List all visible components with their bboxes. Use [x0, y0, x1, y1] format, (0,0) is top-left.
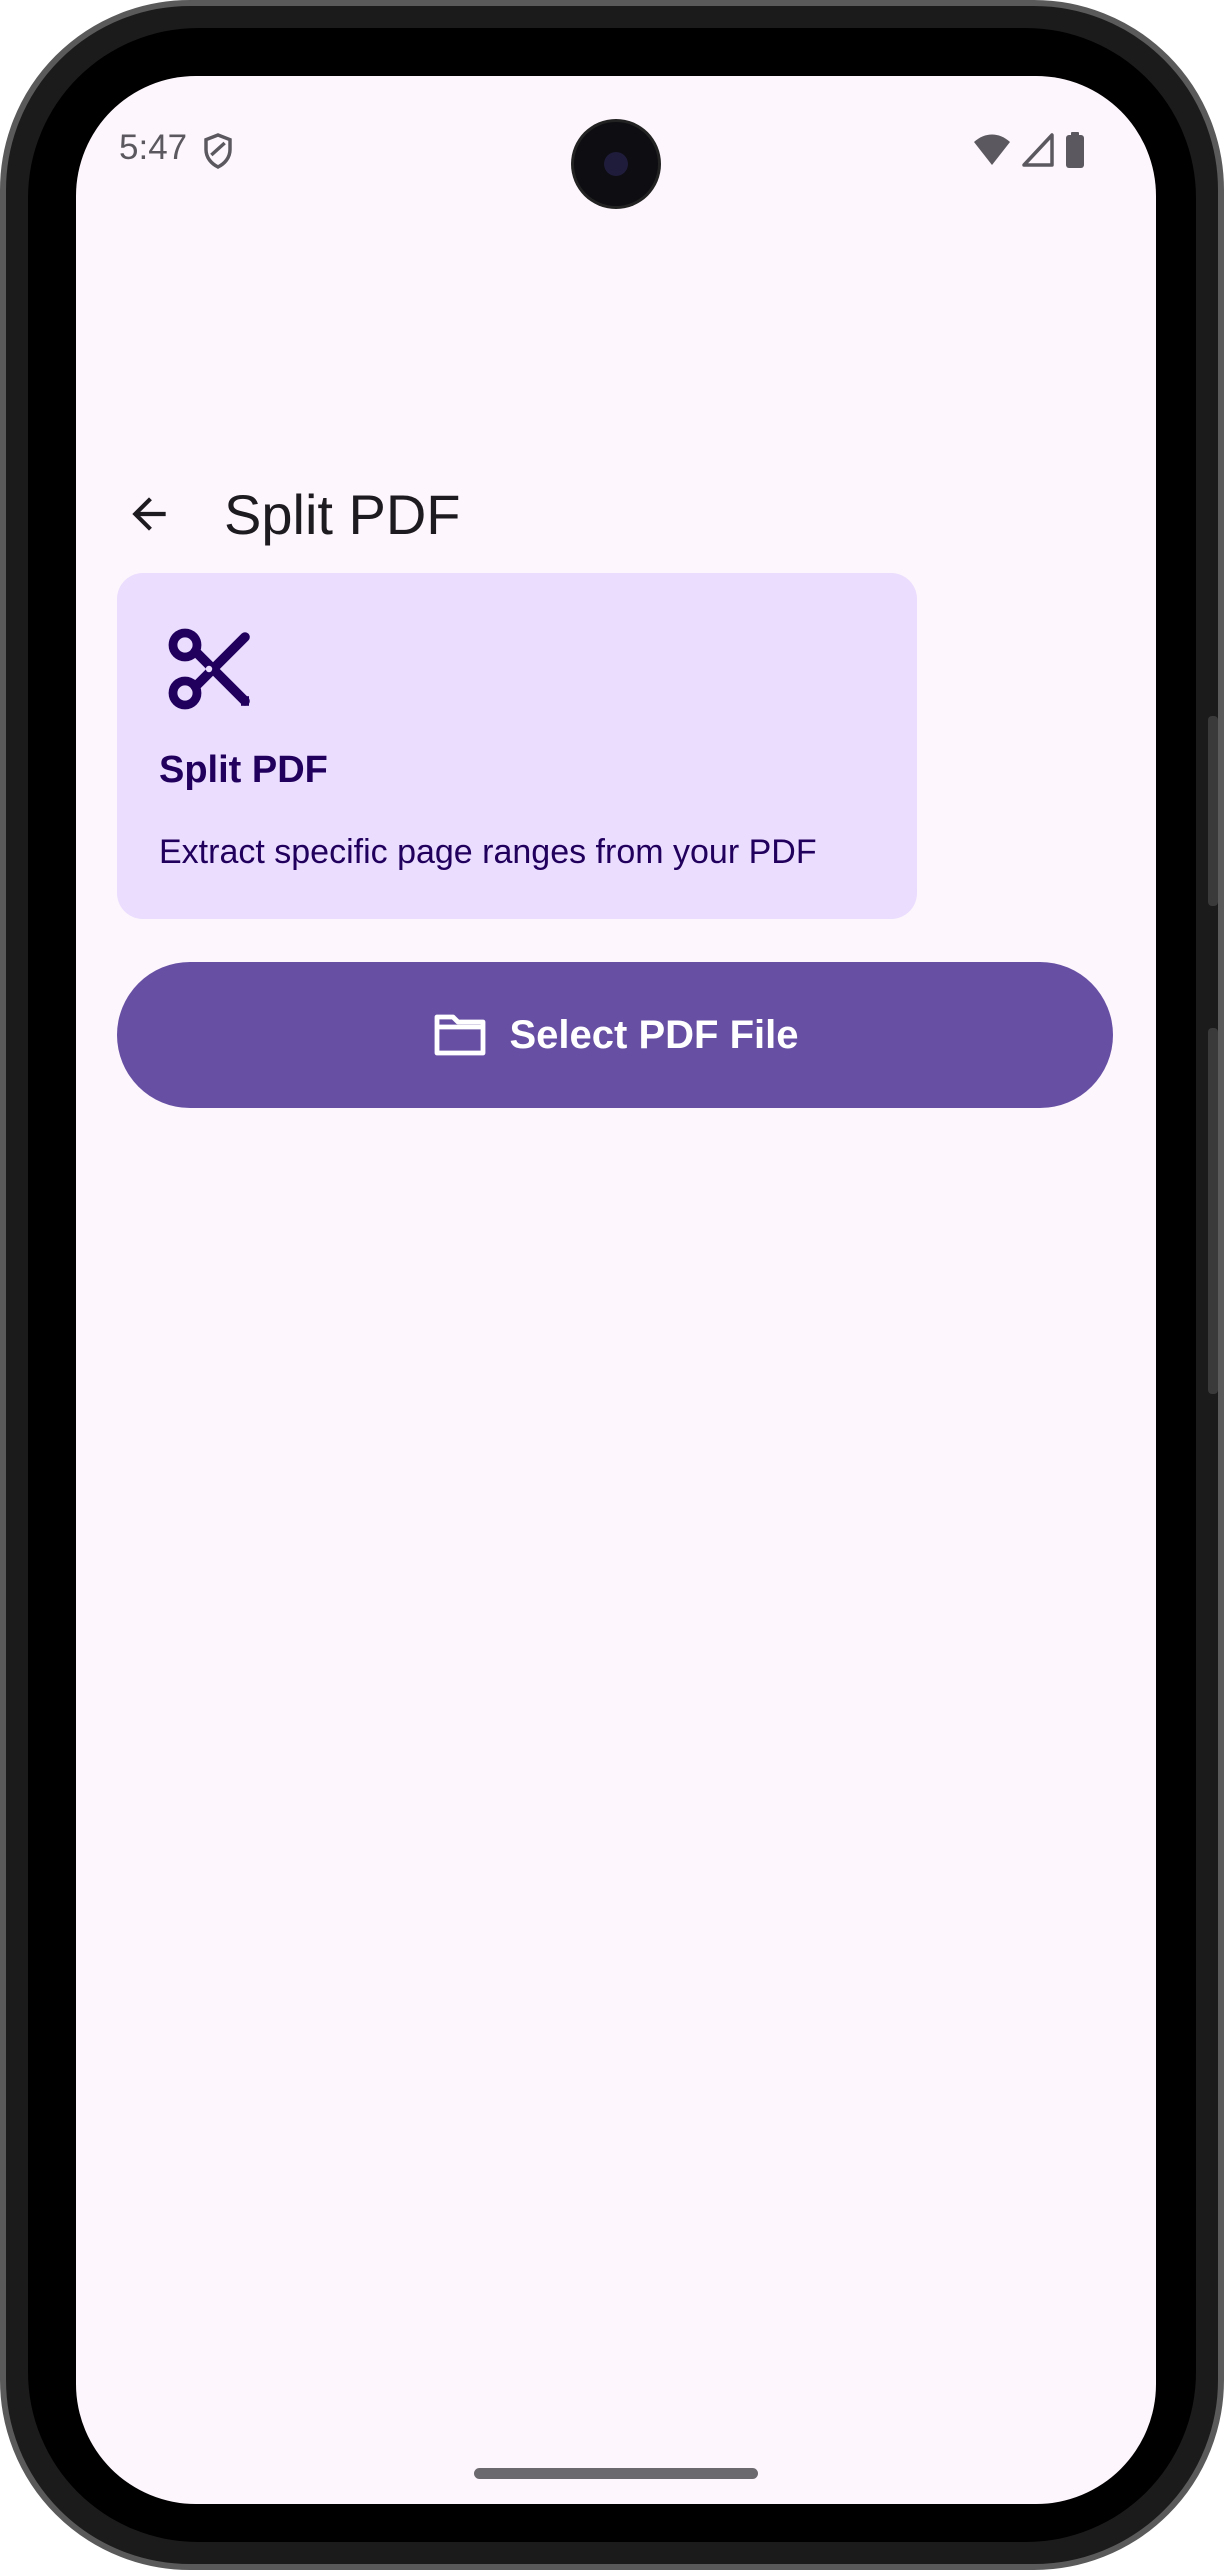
home-indicator[interactable]	[474, 2468, 758, 2479]
scissors-icon	[168, 628, 250, 710]
status-time: 5:47	[119, 128, 188, 167]
battery-icon	[1066, 132, 1084, 168]
wifi-icon	[974, 134, 1010, 165]
select-pdf-file-label: Select PDF File	[509, 1012, 799, 1057]
select-pdf-file-button[interactable]: Select PDF File	[117, 962, 1113, 1108]
phone-frame: 5:47 Split PDF Split PDF Extract specifi…	[0, 0, 1224, 2570]
split-pdf-info-card: Split PDF Extract specific page ranges f…	[117, 573, 917, 919]
folder-icon	[434, 1014, 485, 1056]
volume-button	[1208, 1028, 1218, 1394]
status-icons	[972, 130, 1086, 170]
page-title: Split PDF	[224, 483, 461, 546]
app-screen: 5:47 Split PDF Split PDF Extract specifi…	[76, 76, 1156, 2504]
status-bar: 5:47	[76, 76, 1156, 226]
card-title: Split PDF	[159, 749, 328, 791]
power-button	[1208, 716, 1218, 906]
top-app-bar: Split PDF	[76, 446, 1156, 586]
arrow-back-icon	[132, 497, 166, 531]
shield-icon	[204, 133, 232, 169]
front-camera	[574, 122, 658, 206]
card-description: Extract specific page ranges from your P…	[159, 833, 817, 871]
cell-signal-icon	[1022, 133, 1054, 167]
back-button[interactable]	[111, 476, 187, 552]
